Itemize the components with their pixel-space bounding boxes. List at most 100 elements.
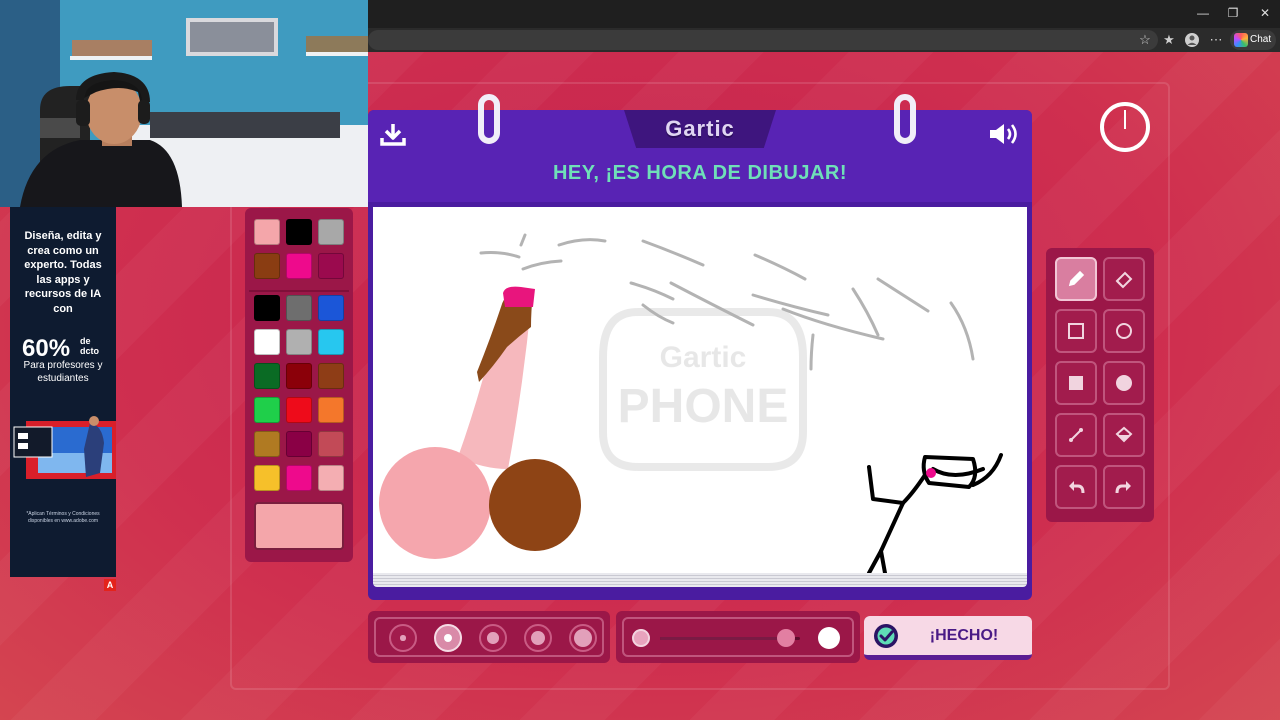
opacity-min-icon[interactable]: [632, 629, 650, 647]
color-swatch[interactable]: [286, 329, 312, 355]
brush-size-4-button[interactable]: [524, 624, 552, 652]
opacity-panel: [616, 611, 860, 663]
brush-size-dot: [530, 630, 546, 646]
palette-divider: [249, 290, 349, 292]
undo-tool[interactable]: [1055, 465, 1097, 509]
ad-subtext: Para profesores y estudiantes: [23, 360, 103, 384]
favorites-icon[interactable]: ★: [1161, 32, 1177, 48]
star-icon[interactable]: ☆: [1137, 32, 1153, 48]
done-button[interactable]: ¡HECHO!: [864, 616, 1032, 660]
webcam-scene: [0, 0, 368, 207]
adobe-logo: A: [104, 579, 116, 591]
brush-size-5-button[interactable]: [569, 624, 597, 652]
binder-ring-right: [894, 94, 916, 144]
drawing-canvas[interactable]: Gartic PHONE: [373, 207, 1027, 575]
color-swatch[interactable]: [286, 431, 312, 457]
pink-circle: [379, 447, 491, 559]
timer-hand: [1124, 110, 1126, 129]
ad-discount-suffix-1: de: [80, 336, 91, 346]
more-icon[interactable]: ⋯: [1208, 32, 1224, 48]
watermark-line-2: PHONE: [618, 380, 789, 433]
color-swatch[interactable]: [318, 329, 344, 355]
color-swatch[interactable]: [286, 295, 312, 321]
gartic-phone-watermark: Gartic PHONE: [599, 308, 807, 471]
ad-fine-print: *Aplican Términos y Condiciones disponib…: [26, 511, 100, 524]
ellipse-tool[interactable]: [1103, 309, 1145, 353]
eraser-icon: [1115, 271, 1133, 289]
check-badge-icon: [874, 624, 898, 648]
chat-label: Chat: [1250, 34, 1272, 45]
filled-rectangle-tool[interactable]: [1055, 361, 1097, 405]
brush-size-3-button[interactable]: [479, 624, 507, 652]
eraser-tool[interactable]: [1103, 257, 1145, 301]
brush-size-dot: [487, 632, 499, 644]
brown-circle: [489, 459, 581, 551]
ad-discount-suffix-2: dcto: [80, 346, 99, 356]
magenta-tip: [503, 286, 535, 307]
color-swatch[interactable]: [286, 219, 312, 245]
color-swatch[interactable]: [254, 253, 280, 279]
done-label: ¡HECHO!: [929, 627, 999, 644]
sound-icon[interactable]: [988, 122, 1022, 146]
color-swatch[interactable]: [254, 295, 280, 321]
circle-outline-icon: [1116, 323, 1132, 339]
redo-icon: [1115, 481, 1131, 494]
color-swatch[interactable]: [318, 219, 344, 245]
brush-size-2-button[interactable]: [434, 624, 462, 652]
copilot-chat-button[interactable]: Chat: [1230, 30, 1276, 50]
line-tool[interactable]: [1055, 413, 1097, 457]
color-swatch[interactable]: [318, 253, 344, 279]
brush-size-dot: [574, 629, 592, 647]
close-icon[interactable]: ✕: [1254, 4, 1276, 22]
pink-dot: [926, 468, 936, 478]
gartic-logo: Gartic: [665, 116, 735, 141]
advertisement-banner[interactable]: Diseña, edita y crea como un experto. To…: [10, 207, 116, 577]
color-swatch[interactable]: [286, 465, 312, 491]
pencil-icon: [1068, 270, 1085, 287]
paper-edge: [373, 573, 1027, 587]
notebook-header: Gartic HEY, ¡ES HORA DE DIBUJAR!: [368, 94, 1032, 202]
color-swatch[interactable]: [318, 431, 344, 457]
square-filled-icon: [1069, 376, 1083, 390]
color-swatch[interactable]: [254, 329, 280, 355]
color-swatch[interactable]: [318, 465, 344, 491]
restore-icon[interactable]: ❐: [1222, 4, 1244, 22]
pencil-tool[interactable]: [1055, 257, 1097, 301]
opacity-slider-handle[interactable]: [777, 629, 795, 647]
line-icon: [1069, 428, 1083, 442]
current-color-swatch: [254, 502, 344, 550]
ad-headline: Diseña, edita y crea como un experto. To…: [24, 230, 102, 315]
color-swatch[interactable]: [318, 363, 344, 389]
undo-icon: [1069, 481, 1085, 494]
color-swatch[interactable]: [286, 253, 312, 279]
ad-product-image: [10, 413, 116, 493]
tool-panel: [1046, 248, 1154, 522]
color-swatch[interactable]: [254, 363, 280, 389]
color-swatch[interactable]: [254, 397, 280, 423]
opacity-slider-fill: [660, 637, 786, 640]
fill-tool[interactable]: [1103, 413, 1145, 457]
profile-icon[interactable]: [1184, 32, 1200, 48]
opacity-max-icon[interactable]: [818, 627, 840, 649]
color-swatch[interactable]: [286, 363, 312, 389]
download-icon[interactable]: [380, 122, 406, 146]
minimize-icon[interactable]: —: [1192, 4, 1214, 22]
binder-ring-left: [478, 94, 500, 144]
color-swatch[interactable]: [254, 431, 280, 457]
color-swatch[interactable]: [286, 397, 312, 423]
paint-bucket-icon: [1115, 426, 1133, 443]
color-swatch[interactable]: [254, 219, 280, 245]
address-bar[interactable]: [368, 30, 1158, 50]
drawing-notebook: Gartic HEY, ¡ES HORA DE DIBUJAR! Gartic …: [368, 94, 1032, 600]
color-swatch[interactable]: [318, 397, 344, 423]
color-swatch[interactable]: [254, 465, 280, 491]
redo-tool[interactable]: [1103, 465, 1145, 509]
rectangle-tool[interactable]: [1055, 309, 1097, 353]
color-swatch[interactable]: [318, 295, 344, 321]
brush-size-1-button[interactable]: [389, 624, 417, 652]
brush-size-panel: [368, 611, 610, 663]
filled-ellipse-tool[interactable]: [1103, 361, 1145, 405]
circle-filled-icon: [1116, 375, 1132, 391]
ad-discount-suffix: de dcto: [80, 336, 99, 356]
timer-icon: [1100, 102, 1150, 152]
